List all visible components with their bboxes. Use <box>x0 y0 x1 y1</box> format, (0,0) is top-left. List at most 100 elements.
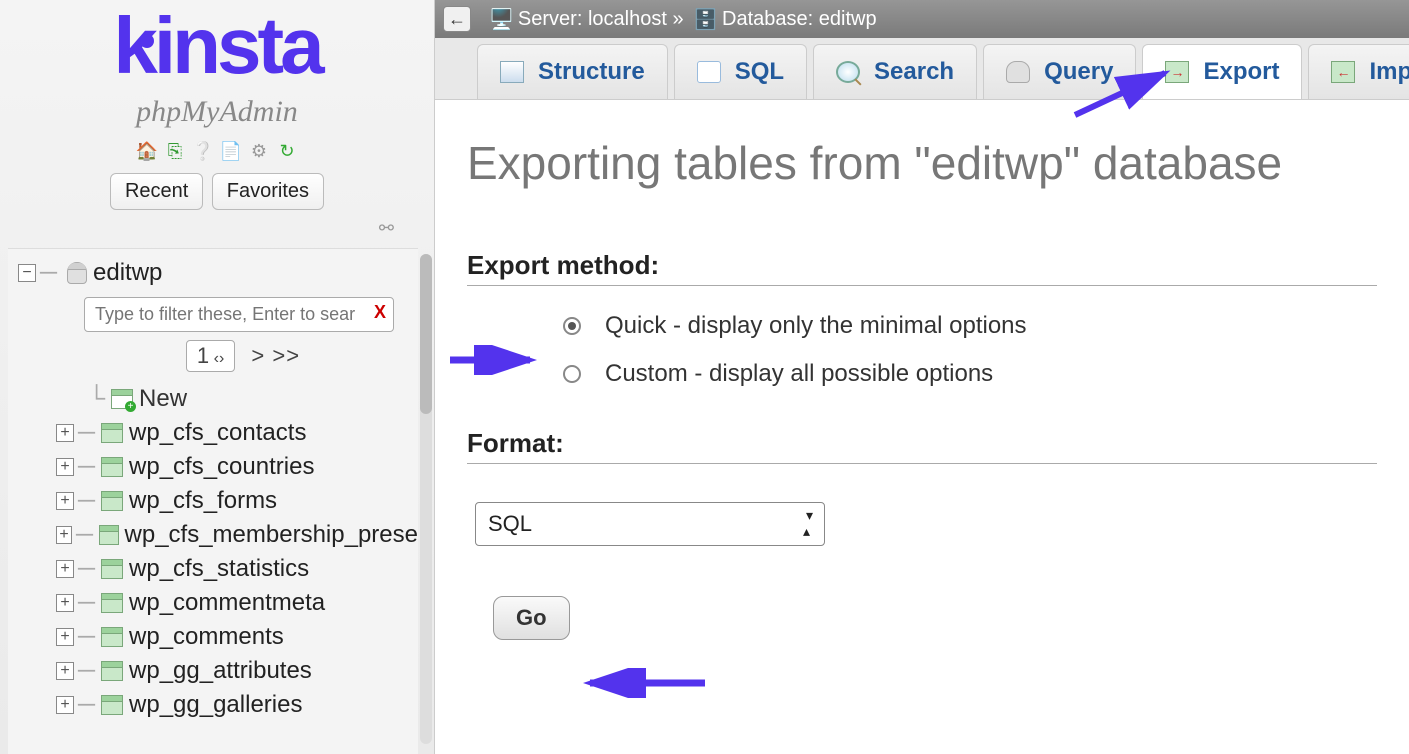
tree-connector: ─ <box>78 657 95 685</box>
tree-db-label: editwp <box>93 259 162 287</box>
tab-structure[interactable]: Structure <box>477 44 668 99</box>
table-icon <box>101 559 123 579</box>
sidebar-toolbar: 🏠 ⎘ ❔ 📄 ⚙ ↻ <box>0 139 434 163</box>
radio-custom[interactable] <box>563 365 581 383</box>
scrollbar-thumb[interactable] <box>420 254 432 414</box>
tab-bar: Structure SQL Search Query Export Import <box>435 38 1409 100</box>
expand-icon[interactable]: + <box>56 526 72 544</box>
sql-icon <box>697 61 721 83</box>
tree-table-item[interactable]: +─wp_comments <box>8 620 418 654</box>
help-icon[interactable]: ❔ <box>191 139 215 163</box>
format-select[interactable]: SQL <box>475 502 825 546</box>
expand-icon[interactable]: + <box>56 424 74 442</box>
table-icon <box>101 661 123 681</box>
db-tree: − ─ editwp X 1 > >> └ New +─wp_cfs_conta… <box>8 248 418 754</box>
back-button[interactable]: ← <box>443 6 471 32</box>
tree-connector: ─ <box>78 623 95 651</box>
tree-table-item[interactable]: +─ wp_commentmeta <box>8 586 418 620</box>
pager-next-button[interactable]: > >> <box>251 343 300 368</box>
tree-connector: ─ <box>78 453 95 481</box>
collapse-icon[interactable]: − <box>18 264 36 282</box>
database-icon <box>67 262 87 284</box>
export-method-label: Export method: <box>467 250 1377 286</box>
tab-import[interactable]: Import <box>1308 44 1409 99</box>
expand-icon[interactable]: + <box>56 662 74 680</box>
radio-custom-row[interactable]: Custom - display all possible options <box>563 360 1377 388</box>
tree-db-node[interactable]: − ─ editwp <box>8 259 418 291</box>
tab-label: Structure <box>538 58 645 86</box>
brand-dot <box>140 34 154 48</box>
clear-filter-icon[interactable]: X <box>374 302 386 323</box>
table-icon <box>101 593 123 613</box>
table-icon <box>101 695 123 715</box>
query-icon <box>1006 61 1030 83</box>
page-select[interactable]: 1 <box>186 340 235 372</box>
table-label: wp_cfs_membership_prese <box>125 521 418 549</box>
table-label: wp_cfs_statistics <box>129 555 309 583</box>
recent-button[interactable]: Recent <box>110 173 203 210</box>
table-label: wp_gg_attributes <box>129 657 312 685</box>
table-icon <box>101 423 123 443</box>
logout-icon[interactable]: ⎘ <box>163 139 187 163</box>
tree-connector: ─ <box>78 589 95 617</box>
import-icon <box>1331 61 1355 83</box>
table-icon <box>99 525 119 545</box>
table-icon <box>101 491 123 511</box>
table-icon <box>101 627 123 647</box>
table-icon <box>101 457 123 477</box>
tab-export[interactable]: Export <box>1142 44 1302 99</box>
recent-favorites-bar: Recent Favorites <box>0 173 434 210</box>
tab-label: SQL <box>735 58 784 86</box>
main-panel: ← 🖥️ Server: localhost » 🗄️ Database: ed… <box>435 0 1409 754</box>
tab-query[interactable]: Query <box>983 44 1136 99</box>
page-title: Exporting tables from "editwp" database <box>467 136 1377 190</box>
tree-scrollbar[interactable] <box>420 254 432 744</box>
radio-custom-label: Custom - display all possible options <box>605 360 993 388</box>
content-area: Exporting tables from "editwp" database … <box>435 100 1409 676</box>
server-icon: 🖥️ <box>489 7 514 32</box>
radio-quick-label: Quick - display only the minimal options <box>605 312 1027 340</box>
docs-icon[interactable]: 📄 <box>219 139 243 163</box>
tree-connector: ─ <box>78 487 95 515</box>
favorites-button[interactable]: Favorites <box>212 173 324 210</box>
expand-icon[interactable]: + <box>56 594 74 612</box>
breadcrumb: ← 🖥️ Server: localhost » 🗄️ Database: ed… <box>435 0 1409 38</box>
breadcrumb-separator: » <box>672 8 683 31</box>
breadcrumb-server-name[interactable]: localhost <box>588 8 667 31</box>
expand-icon[interactable]: + <box>56 628 74 646</box>
link-icon[interactable]: ⚯ <box>0 210 434 243</box>
tab-sql[interactable]: SQL <box>674 44 807 99</box>
tab-label: Import <box>1369 58 1409 86</box>
tab-label: Export <box>1203 58 1279 86</box>
tree-connector: ─ <box>76 521 93 549</box>
filter-input[interactable] <box>84 297 394 332</box>
search-icon <box>836 61 860 83</box>
tree-table-item[interactable]: +─wp_cfs_statistics <box>8 552 418 586</box>
tree-table-item[interactable]: +─ wp_gg_attributes <box>8 654 418 688</box>
settings-icon[interactable]: ⚙ <box>247 139 271 163</box>
radio-quick[interactable] <box>563 317 581 335</box>
tree-table-item[interactable]: +─wp_cfs_contacts <box>8 416 418 450</box>
go-button[interactable]: Go <box>493 596 570 640</box>
tree-table-item[interactable]: +─wp_cfs_countries <box>8 450 418 484</box>
expand-icon[interactable]: + <box>56 560 74 578</box>
tree-table-item[interactable]: +─ wp_cfs_membership_prese <box>8 518 418 552</box>
reload-icon[interactable]: ↻ <box>275 139 299 163</box>
export-icon <box>1165 61 1189 83</box>
tree-table-item[interactable]: +─wp_gg_galleries <box>8 688 418 722</box>
sidebar: KInsta phpMyAdmin 🏠 ⎘ ❔ 📄 ⚙ ↻ Recent Fav… <box>0 0 435 754</box>
table-label: wp_commentmeta <box>129 589 325 617</box>
breadcrumb-db-name[interactable]: editwp <box>819 8 877 31</box>
tree-new-item[interactable]: └ New <box>8 382 418 416</box>
radio-quick-row[interactable]: Quick - display only the minimal options <box>563 312 1377 340</box>
expand-icon[interactable]: + <box>56 696 74 714</box>
home-icon[interactable]: 🏠 <box>135 139 159 163</box>
tab-search[interactable]: Search <box>813 44 977 99</box>
expand-icon[interactable]: + <box>56 492 74 510</box>
new-table-icon <box>111 389 133 409</box>
tree-table-item[interactable]: +─wp_cfs_forms <box>8 484 418 518</box>
brand-subtitle: phpMyAdmin <box>0 95 434 129</box>
tree-connector: ─ <box>78 691 95 719</box>
expand-icon[interactable]: + <box>56 458 74 476</box>
breadcrumb-db-label: Database: <box>722 8 813 31</box>
